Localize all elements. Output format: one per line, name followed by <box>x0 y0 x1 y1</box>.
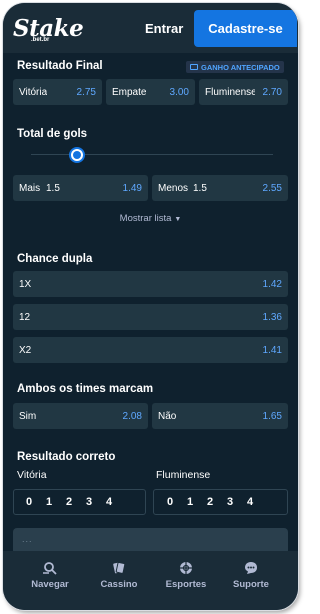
score-option[interactable]: 3 <box>227 496 233 508</box>
outcome-draw-button[interactable]: Empate 3.00 <box>106 79 195 105</box>
score-option[interactable]: 0 <box>26 496 32 508</box>
score-option[interactable]: 3 <box>86 496 92 508</box>
outcome-home-button[interactable]: Vitória 2.75 <box>13 79 102 105</box>
double-chance-odd: 1.41 <box>262 345 282 356</box>
login-button[interactable]: Entrar <box>145 21 183 36</box>
nav-label: Cassino <box>100 579 138 590</box>
both-score-yes-button[interactable]: Sim 2.08 <box>13 403 148 429</box>
outcome-odd: 2.75 <box>76 87 96 98</box>
betting-markets: Resultado Final GANHO ANTECIPADO Vitória… <box>3 53 298 551</box>
outcome-odd: 2.70 <box>262 87 282 98</box>
home-score-selector[interactable]: 0 1 2 3 4 <box>13 489 146 515</box>
chat-icon <box>245 562 257 574</box>
phone-frame: Stake .bet.br Entrar Cadastre-se Resulta… <box>3 3 298 610</box>
both-score-label: Sim <box>19 411 37 422</box>
resultado-final-title: Resultado Final <box>17 60 103 72</box>
goals-line-slider-handle[interactable] <box>69 147 85 163</box>
outcome-away-button[interactable]: Fluminense 2.70 <box>199 79 288 105</box>
nav-cassino[interactable]: Cassino <box>89 561 149 590</box>
both-score-label: Não <box>158 411 177 422</box>
score-option[interactable]: 2 <box>66 496 72 508</box>
outcome-label: Vitória <box>19 87 48 98</box>
double-chance-odd: 1.42 <box>262 279 282 290</box>
score-option[interactable]: 0 <box>167 496 173 508</box>
both-score-odd: 1.65 <box>262 411 282 422</box>
nav-label: Esportes <box>165 579 207 590</box>
ambos-marcam-title: Ambos os times marcam <box>17 383 154 395</box>
score-option[interactable]: 1 <box>187 496 193 508</box>
over-goals-button[interactable]: Mais 1.5 1.49 <box>13 175 148 201</box>
double-chance-odd: 1.36 <box>262 312 282 323</box>
chance-dupla-title: Chance dupla <box>17 253 93 265</box>
over-label: Mais <box>19 183 41 194</box>
double-chance-12-button[interactable]: 12 1.36 <box>13 304 288 330</box>
show-list-label: Mostrar lista <box>119 213 172 224</box>
goals-line-slider-track[interactable] <box>31 154 273 155</box>
double-chance-label: 12 <box>19 312 31 323</box>
browse-icon <box>43 562 57 575</box>
nav-label: Suporte <box>233 579 269 590</box>
over-odd: 1.49 <box>122 183 142 194</box>
under-goals-button[interactable]: Menos 1.5 2.55 <box>152 175 288 201</box>
outcome-label: Empate <box>112 87 147 98</box>
score-option[interactable]: 1 <box>46 496 52 508</box>
outcome-odd: 3.00 <box>169 87 189 98</box>
away-team-label: Fluminense <box>156 469 211 481</box>
under-label: Menos <box>158 183 189 194</box>
nav-suporte[interactable]: Suporte <box>221 561 281 590</box>
more-placeholder: ... <box>22 534 33 544</box>
outcome-label: Fluminense <box>205 87 255 98</box>
early-payout-icon <box>190 64 198 70</box>
double-chance-label: 1X <box>19 279 32 290</box>
top-bar: Stake .bet.br Entrar Cadastre-se <box>3 3 298 53</box>
away-score-selector[interactable]: 0 1 2 3 4 <box>153 489 288 515</box>
score-option[interactable]: 4 <box>247 496 253 508</box>
total-gols-title: Total de gols <box>17 128 88 140</box>
logo-subtitle: .bet.br <box>31 37 50 43</box>
nav-navegar[interactable]: Navegar <box>20 561 80 590</box>
home-team-label: Vitória <box>17 469 47 481</box>
nav-label: Navegar <box>31 579 69 590</box>
over-line: 1.5 <box>46 183 60 194</box>
caret-down-icon: ▼ <box>174 216 182 223</box>
double-chance-label: X2 <box>19 345 32 356</box>
cards-icon <box>113 561 126 574</box>
early-payout-badge: GANHO ANTECIPADO <box>186 61 284 73</box>
nav-esportes[interactable]: Esportes <box>156 561 216 590</box>
both-score-odd: 2.08 <box>122 411 142 422</box>
double-chance-x2-button[interactable]: X2 1.41 <box>13 337 288 363</box>
resultado-correto-title: Resultado correto <box>17 451 116 463</box>
double-chance-1x-button[interactable]: 1X 1.42 <box>13 271 288 297</box>
bottom-navigation: Navegar Cassino Esportes Suporte <box>3 551 298 610</box>
under-line: 1.5 <box>193 183 207 194</box>
signup-button[interactable]: Cadastre-se <box>194 10 297 47</box>
show-list-button[interactable]: Mostrar lista ▼ <box>3 213 298 224</box>
ball-icon <box>180 562 192 574</box>
under-odd: 2.55 <box>262 183 282 194</box>
score-option[interactable]: 2 <box>207 496 213 508</box>
correct-score-more-field[interactable]: ... <box>13 528 288 551</box>
early-payout-label: GANHO ANTECIPADO <box>201 62 280 72</box>
both-score-no-button[interactable]: Não 1.65 <box>152 403 288 429</box>
score-option[interactable]: 4 <box>106 496 112 508</box>
